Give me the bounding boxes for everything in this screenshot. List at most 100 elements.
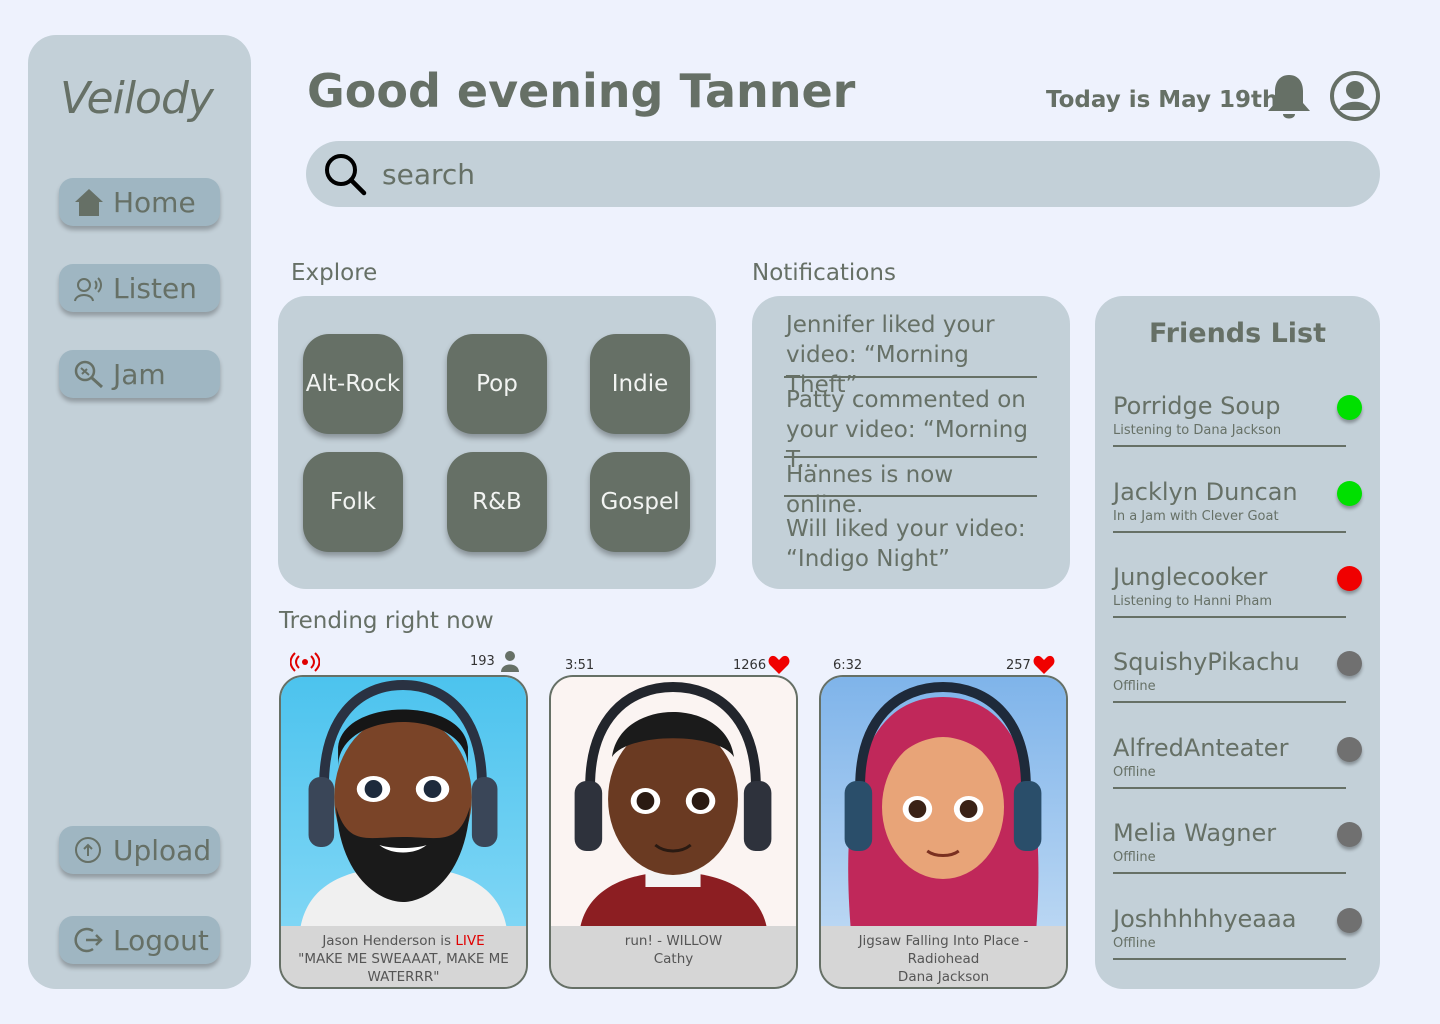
- notification-item[interactable]: Will liked your video: “Indigo Night”: [786, 514, 1037, 574]
- explore-label: Explore: [291, 260, 378, 286]
- status-dot: [1337, 822, 1362, 847]
- status-dot: [1337, 566, 1362, 591]
- friend-name: SquishyPikachu: [1113, 648, 1300, 676]
- nav-upload-label: Upload: [113, 833, 212, 867]
- stream-title: "MAKE ME SWEAAAT, MAKE ME WATERRR": [298, 951, 509, 985]
- streamer-name: Jason Henderson is: [322, 933, 456, 949]
- bell-icon[interactable]: [1265, 71, 1313, 121]
- search-bar[interactable]: [306, 141, 1380, 207]
- explore-panel: Alt-Rock Pop Indie Folk R&B Gospel: [278, 296, 716, 589]
- trending-card[interactable]: run! - WILLOW Cathy: [549, 675, 798, 989]
- heart-icon[interactable]: [1033, 655, 1055, 675]
- divider: [784, 376, 1037, 378]
- friends-title: Friends List: [1148, 318, 1327, 349]
- divider: [1113, 701, 1346, 703]
- track-duration: 6:32: [833, 658, 863, 673]
- search-icon: [325, 154, 367, 196]
- friend-status: Listening to Hanni Pham: [1113, 594, 1273, 609]
- card-caption: Jason Henderson is LIVE "MAKE ME SWEAAAT…: [281, 926, 526, 987]
- friends-panel: Friends List Porridge Soup Listening to …: [1095, 296, 1380, 989]
- viewer-count-value: 193: [470, 653, 495, 669]
- friend-name: Jacklyn Duncan: [1113, 478, 1298, 506]
- home-icon: [75, 189, 103, 216]
- nav-home-button[interactable]: Home: [59, 178, 220, 226]
- notification-item[interactable]: Hannes is now online.: [786, 460, 1037, 520]
- friend-item[interactable]: Junglecooker Listening to Hanni Pham: [1113, 563, 1362, 619]
- friend-item[interactable]: Porridge Soup Listening to Dana Jackson: [1113, 392, 1362, 448]
- divider: [1113, 531, 1346, 533]
- greeting-title: Good evening Tanner: [307, 64, 856, 118]
- trending-card[interactable]: Jason Henderson is LIVE "MAKE ME SWEAAAT…: [279, 675, 528, 989]
- like-count-value: 1266: [733, 657, 767, 673]
- friend-name: Joshhhhhyeaaa: [1113, 905, 1297, 933]
- upload-icon: [75, 837, 101, 863]
- sidebar: Veilody Home Listen Jam Upload Logout: [28, 35, 251, 989]
- friend-status: Offline: [1113, 936, 1156, 951]
- nav-listen-button[interactable]: Listen: [59, 264, 220, 312]
- friend-item[interactable]: Melia Wagner Offline: [1113, 819, 1362, 875]
- status-dot: [1337, 737, 1362, 762]
- friend-name: AlfredAnteater: [1113, 734, 1289, 762]
- viewer-count: 193: [470, 650, 519, 672]
- friend-status: Offline: [1113, 679, 1156, 694]
- genre-button[interactable]: Gospel: [590, 452, 690, 552]
- nav-listen-label: Listen: [113, 271, 197, 305]
- nav-logout-label: Logout: [113, 923, 209, 957]
- divider: [1113, 445, 1346, 447]
- track-title: run! - WILLOW: [624, 933, 723, 949]
- profile-icon[interactable]: [1329, 70, 1381, 122]
- friend-status: In a Jam with Clever Goat: [1113, 509, 1279, 524]
- like-count-value: 257: [1006, 657, 1031, 673]
- like-count: 1266: [733, 655, 790, 675]
- divider: [1113, 616, 1346, 618]
- genre-button[interactable]: Alt-Rock: [303, 334, 403, 434]
- card-caption: run! - WILLOW Cathy: [551, 926, 796, 987]
- friend-item[interactable]: Jacklyn Duncan In a Jam with Clever Goat: [1113, 478, 1362, 534]
- avatar-bearded-man-headphones: [281, 677, 526, 926]
- divider: [784, 495, 1037, 497]
- track-user: Cathy: [653, 951, 694, 967]
- friend-name: Porridge Soup: [1113, 392, 1281, 420]
- friend-item[interactable]: AlfredAnteater Offline: [1113, 734, 1362, 790]
- status-dot: [1337, 908, 1362, 933]
- today-date: Today is May 19th: [1046, 87, 1279, 113]
- status-dot: [1337, 481, 1362, 506]
- card-caption: Jigsaw Falling Into Place - Radiohead Da…: [821, 926, 1066, 987]
- friend-name: Melia Wagner: [1113, 819, 1277, 847]
- heart-icon[interactable]: [768, 655, 790, 675]
- notifications-panel: Jennifer liked your video: “Morning Thef…: [752, 296, 1070, 589]
- avatar-boy-headphones: [551, 677, 796, 926]
- trending-label: Trending right now: [279, 608, 494, 634]
- divider: [1113, 787, 1346, 789]
- friend-item[interactable]: SquishyPikachu Offline: [1113, 648, 1362, 704]
- logout-icon: [74, 927, 103, 953]
- avatar-girl-headphones: [821, 677, 1066, 926]
- divider: [784, 456, 1037, 458]
- nav-jam-button[interactable]: Jam: [59, 350, 220, 398]
- jam-search-icon: [74, 360, 104, 389]
- genre-button[interactable]: Folk: [303, 452, 403, 552]
- status-dot: [1337, 395, 1362, 420]
- nav-logout-button[interactable]: Logout: [59, 916, 220, 964]
- track-user: Dana Jackson: [897, 969, 990, 985]
- status-dot: [1337, 651, 1362, 676]
- track-title: Jigsaw Falling Into Place - Radiohead: [858, 933, 1029, 967]
- friend-status: Offline: [1113, 765, 1156, 780]
- genre-button[interactable]: Indie: [590, 334, 690, 434]
- nav-upload-button[interactable]: Upload: [59, 826, 220, 874]
- like-count: 257: [1006, 655, 1055, 675]
- trending-card[interactable]: Jigsaw Falling Into Place - Radiohead Da…: [819, 675, 1068, 989]
- nav-home-label: Home: [113, 185, 196, 219]
- search-input[interactable]: [382, 157, 1282, 191]
- friend-name: Junglecooker: [1113, 563, 1268, 591]
- nav-jam-label: Jam: [113, 357, 166, 391]
- person-icon: [500, 651, 519, 672]
- notifications-label: Notifications: [752, 260, 896, 286]
- genre-button[interactable]: Pop: [447, 334, 547, 434]
- track-duration: 3:51: [565, 658, 595, 673]
- friend-item[interactable]: Joshhhhhyeaaa Offline: [1113, 905, 1362, 961]
- divider: [1113, 872, 1346, 874]
- listen-icon: [74, 277, 102, 302]
- live-badge: LIVE: [455, 933, 485, 949]
- genre-button[interactable]: R&B: [447, 452, 547, 552]
